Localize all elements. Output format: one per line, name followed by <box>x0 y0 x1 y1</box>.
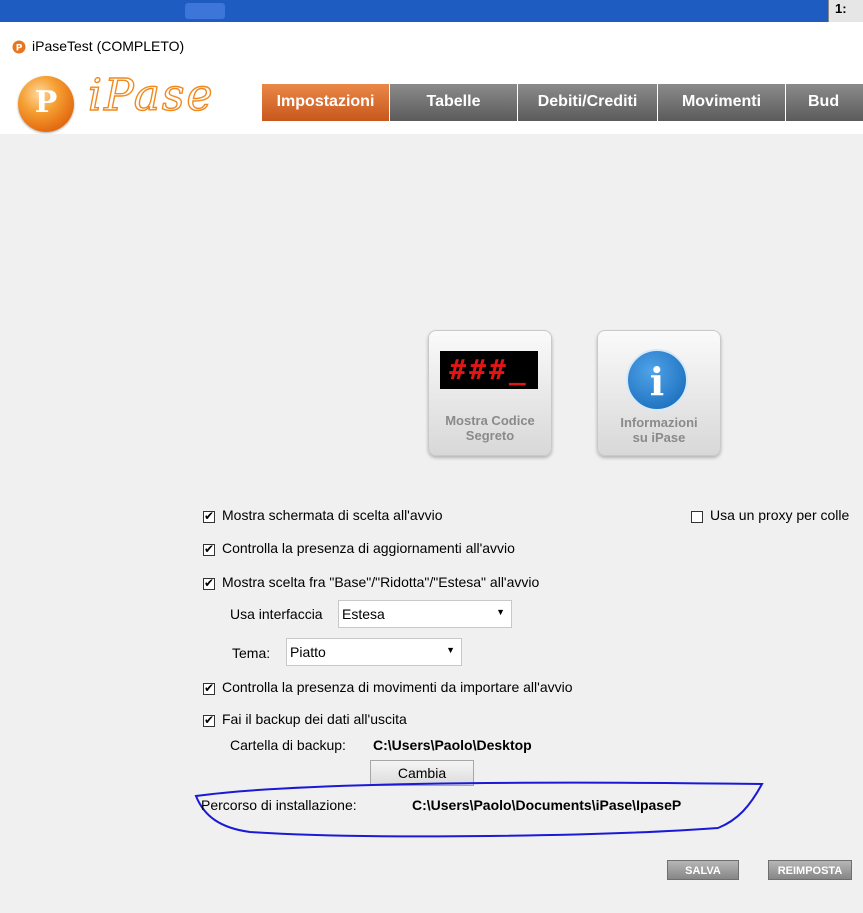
menu-item-debiti-crediti[interactable]: Debiti/Crediti <box>518 84 658 121</box>
use-proxy-checkbox[interactable] <box>691 511 703 523</box>
show-secret-code-button[interactable]: ###_ Mostra Codice Segreto <box>428 330 552 456</box>
show-choice-screen-checkbox[interactable] <box>203 509 215 523</box>
menu-item-impostazioni[interactable]: Impostazioni <box>262 84 390 121</box>
info-label-1: Informazioni <box>620 415 698 430</box>
backup-on-exit-checkbox[interactable] <box>203 713 215 727</box>
interface-label: Usa interfaccia <box>230 606 323 622</box>
theme-label: Tema: <box>232 645 271 661</box>
logo-icon: P <box>18 76 74 132</box>
show-mode-choice-label: Mostra scelta fra "Base"/"Ridotta"/"Este… <box>222 574 540 590</box>
interface-select[interactable]: Estesa ▼ <box>338 600 512 628</box>
save-button[interactable]: SALVA <box>667 860 739 880</box>
show-choice-screen-label: Mostra schermata di scelta all'avvio <box>222 507 443 523</box>
check-updates-label: Controlla la presenza di aggiornamenti a… <box>222 540 515 556</box>
theme-select[interactable]: Piatto ▼ <box>286 638 462 666</box>
app-icon: P <box>12 40 26 54</box>
check-updates-checkbox[interactable] <box>203 542 215 556</box>
logo-letter: P <box>34 85 58 120</box>
svg-text:P: P <box>16 44 23 54</box>
secret-code-label-1: Mostra Codice <box>445 413 535 428</box>
reset-button[interactable]: REIMPOSTA <box>768 860 852 880</box>
main-menu: Impostazioni Tabelle Debiti/Crediti Movi… <box>262 84 863 121</box>
check-movements-label: Controlla la presenza di movimenti da im… <box>222 679 573 695</box>
chevron-down-icon: ▼ <box>496 607 505 617</box>
use-proxy-label: Usa un proxy per colle <box>710 507 850 523</box>
menu-item-bud[interactable]: Bud <box>786 84 863 121</box>
taskbar-corner: 1: <box>828 0 863 22</box>
interface-select-value: Estesa <box>342 606 385 622</box>
info-glyph: i <box>649 359 665 404</box>
theme-select-value: Piatto <box>290 644 326 660</box>
taskbar-app-button[interactable] <box>185 3 225 19</box>
taskbar-corner-glyph: 1: <box>835 1 847 16</box>
info-label-2: su iPase <box>632 430 686 445</box>
install-path-label: Percorso di installazione: <box>201 797 357 813</box>
taskbar-strip: 1: <box>0 0 863 22</box>
window-title: iPaseTest (COMPLETO) <box>32 38 185 54</box>
brand-wordmark: iPase <box>87 69 215 121</box>
info-icon: i <box>626 349 688 411</box>
menu-item-movimenti[interactable]: Movimenti <box>658 84 786 121</box>
secret-code-text: ###_ <box>449 353 529 386</box>
check-movements-checkbox[interactable] <box>203 681 215 695</box>
install-path-value: C:\Users\Paolo\Documents\iPase\IpaseP <box>412 797 682 813</box>
menu-item-tabelle[interactable]: Tabelle <box>390 84 518 121</box>
secret-code-display: ###_ <box>440 351 538 389</box>
show-mode-choice-checkbox[interactable] <box>203 576 215 590</box>
backup-folder-label: Cartella di backup: <box>230 737 346 753</box>
info-ipase-button[interactable]: i Informazioni su iPase <box>597 330 721 456</box>
backup-on-exit-label: Fai il backup dei dati all'uscita <box>222 711 407 727</box>
secret-code-label-2: Segreto <box>465 428 515 443</box>
chevron-down-icon: ▼ <box>446 645 455 655</box>
backup-folder-path: C:\Users\Paolo\Desktop <box>373 737 532 753</box>
